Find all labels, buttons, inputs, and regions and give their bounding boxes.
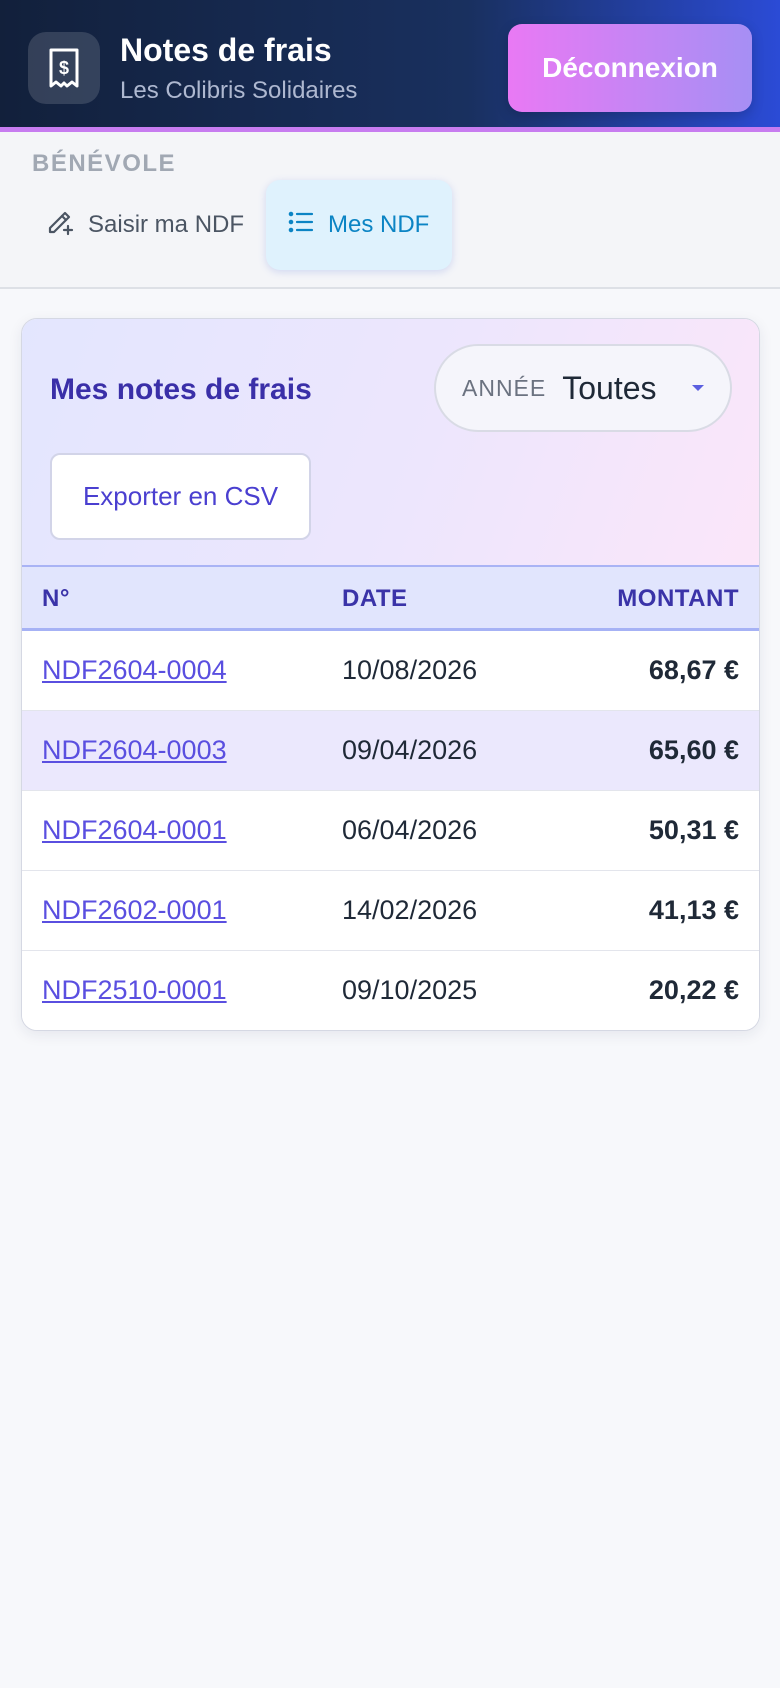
table-header: N° DATE MONTANT	[22, 565, 759, 631]
app-title: Notes de frais	[120, 32, 332, 68]
ndf-amount: 20,22 €	[648, 975, 739, 1005]
ndf-date: 06/04/2026	[342, 815, 478, 845]
year-select-label: ANNÉE	[462, 374, 547, 401]
ndf-date: 10/08/2026	[342, 655, 478, 685]
ndf-amount: 41,13 €	[648, 895, 739, 925]
nav-area: BÉNÉVOLE Saisir ma NDF Mes NDF	[0, 132, 780, 289]
table-row: NDF2602-0001 14/02/2026 41,13 €	[22, 871, 759, 951]
svg-text:$: $	[59, 58, 69, 78]
column-header-date[interactable]: DATE	[342, 585, 408, 613]
organization-name: Les Colibris Solidaires	[120, 77, 358, 104]
ndf-number-link[interactable]: NDF2604-0001	[42, 815, 227, 846]
year-select-value: Toutes	[562, 369, 657, 406]
section-label: BÉNÉVOLE	[32, 150, 177, 177]
card-title: Mes notes de frais	[50, 373, 312, 406]
receipt-dollar-icon: $	[28, 32, 100, 104]
app-header: $ Notes de frais Les Colibris Solidaires…	[0, 0, 780, 132]
column-header-amount[interactable]: MONTANT	[617, 585, 739, 613]
table-row: NDF2604-0003 09/04/2026 65,60 €	[22, 711, 759, 791]
chevron-down-icon	[692, 385, 704, 391]
ndf-date: 09/04/2026	[342, 735, 478, 765]
ndf-amount: 50,31 €	[648, 815, 739, 845]
ndf-number-link[interactable]: NDF2604-0004	[42, 655, 227, 686]
ndf-amount: 65,60 €	[648, 735, 739, 765]
tab-label: Mes NDF	[328, 211, 430, 238]
ndf-number-link[interactable]: NDF2604-0003	[42, 735, 227, 766]
ndf-amount: 68,67 €	[648, 655, 739, 685]
ndf-number-link[interactable]: NDF2510-0001	[42, 975, 227, 1006]
expense-notes-card: Mes notes de frais ANNÉE Toutes Exporter…	[21, 318, 760, 1031]
tab-mes-ndf[interactable]: Mes NDF	[266, 180, 452, 270]
ndf-date: 09/10/2025	[342, 975, 478, 1005]
logout-button[interactable]: Déconnexion	[508, 24, 752, 112]
column-header-number[interactable]: N°	[42, 585, 70, 613]
table-row: NDF2510-0001 09/10/2025 20,22 €	[22, 951, 759, 1030]
list-icon	[288, 210, 314, 241]
card-header: Mes notes de frais ANNÉE Toutes Exporter…	[22, 319, 759, 565]
expense-table: N° DATE MONTANT NDF2604-0004 10/08/2026 …	[22, 565, 759, 1030]
tab-saisir-ndf[interactable]: Saisir ma NDF	[26, 180, 264, 270]
ndf-date: 14/02/2026	[342, 895, 478, 925]
pencil-plus-icon	[46, 208, 74, 243]
tab-label: Saisir ma NDF	[88, 211, 245, 238]
table-row: NDF2604-0001 06/04/2026 50,31 €	[22, 791, 759, 871]
table-row: NDF2604-0004 10/08/2026 68,67 €	[22, 631, 759, 711]
year-select[interactable]: ANNÉE Toutes	[434, 344, 732, 432]
export-csv-button[interactable]: Exporter en CSV	[50, 453, 311, 540]
ndf-number-link[interactable]: NDF2602-0001	[42, 895, 227, 926]
